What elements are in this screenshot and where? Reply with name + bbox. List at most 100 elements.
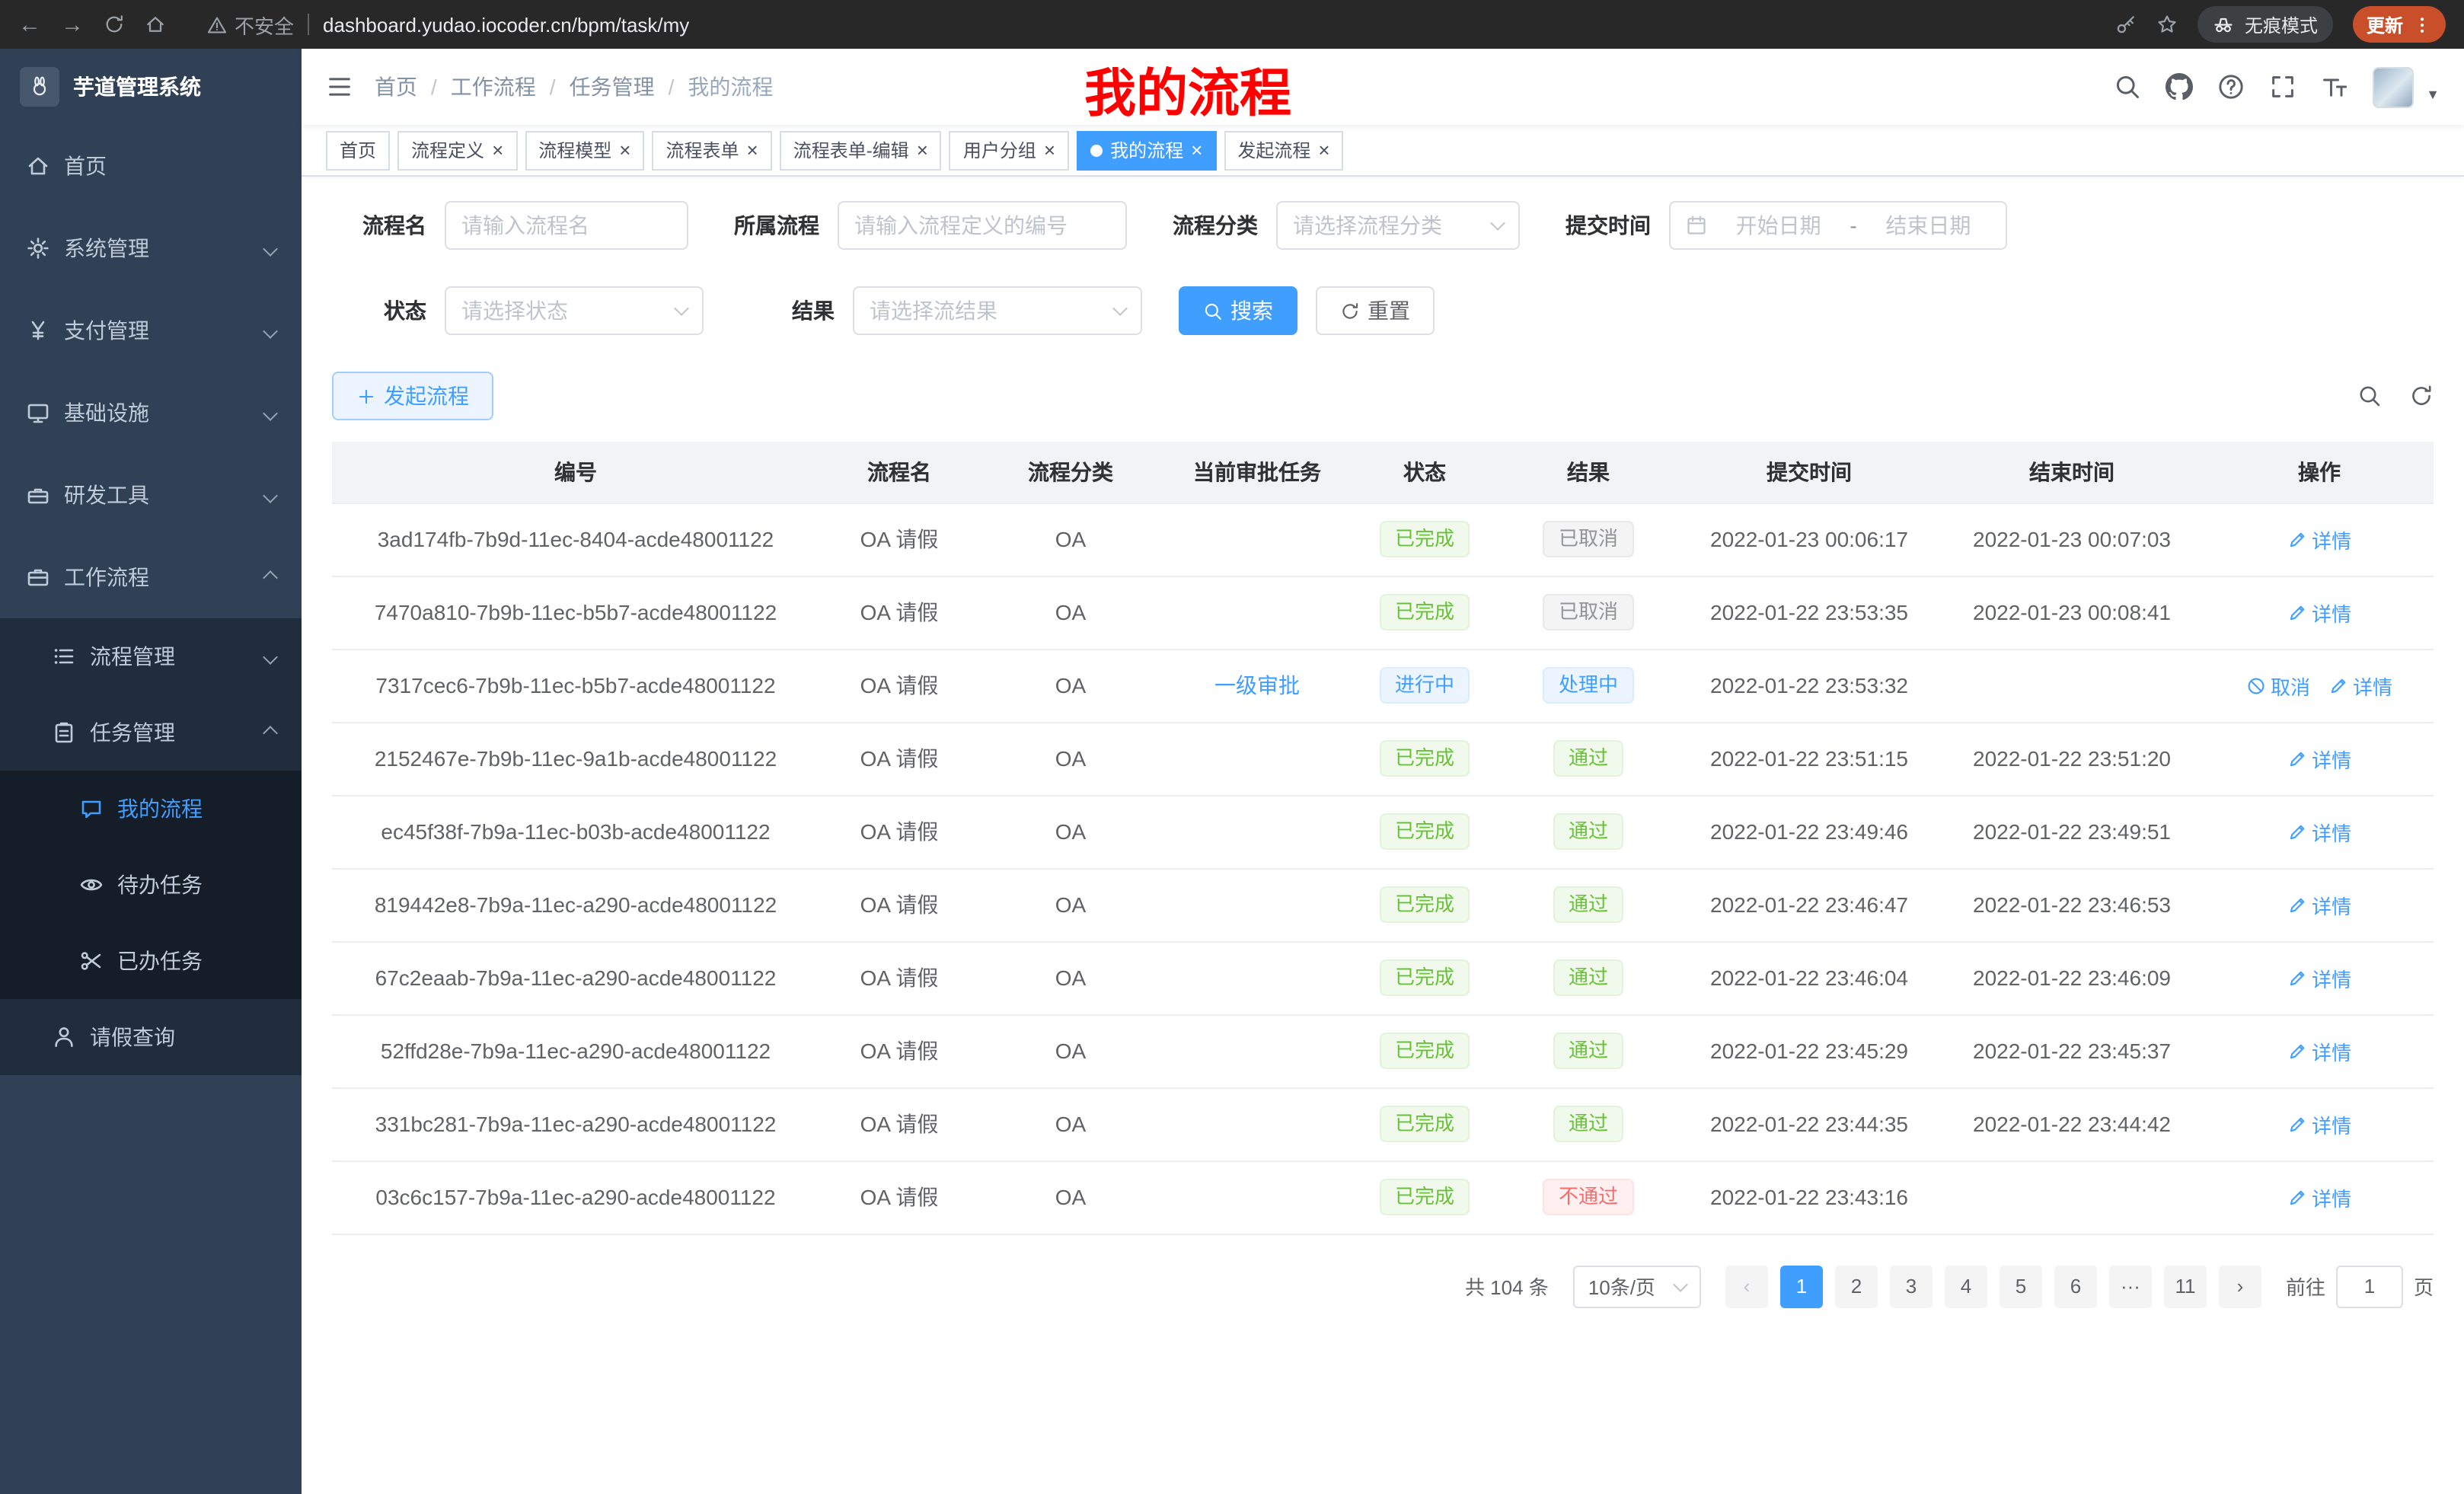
sidebar-item-yen[interactable]: 支付管理 bbox=[0, 289, 302, 372]
result-select-field[interactable] bbox=[870, 298, 1106, 323]
cancel-action-link[interactable]: 取消 bbox=[2246, 671, 2310, 700]
close-icon[interactable]: × bbox=[747, 140, 758, 160]
next-page-button[interactable]: › bbox=[2219, 1265, 2261, 1307]
page-button[interactable]: 4 bbox=[1945, 1265, 1987, 1307]
reset-button[interactable]: 重置 bbox=[1316, 286, 1435, 335]
process-name-input[interactable] bbox=[445, 201, 688, 250]
result-select[interactable] bbox=[853, 286, 1142, 335]
font-size-icon[interactable] bbox=[2321, 73, 2348, 101]
cell-submit-time: 2022-01-22 23:46:47 bbox=[1680, 868, 1939, 941]
warning-icon bbox=[207, 14, 227, 34]
filter-label: 提交时间 bbox=[1556, 210, 1651, 241]
browser-menu-icon[interactable] bbox=[2412, 14, 2432, 34]
page-button[interactable]: 1 bbox=[1780, 1265, 1823, 1307]
detail-action-link[interactable]: 详情 bbox=[2287, 890, 2351, 919]
goto-page-input[interactable] bbox=[2336, 1265, 2403, 1307]
close-icon[interactable]: × bbox=[619, 140, 630, 160]
sidebar-item-toolbox[interactable]: 研发工具 bbox=[0, 454, 302, 536]
status-tag: 已完成 bbox=[1380, 886, 1470, 923]
sidebar-item-gear[interactable]: 系统管理 bbox=[0, 207, 302, 289]
create-process-button[interactable]: 发起流程 bbox=[332, 372, 493, 420]
sidebar-item-eye[interactable]: 待办任务 bbox=[0, 847, 302, 923]
tab-item[interactable]: 发起流程× bbox=[1224, 130, 1343, 170]
detail-action-link[interactable]: 详情 bbox=[2287, 744, 2351, 773]
key-icon[interactable] bbox=[2115, 14, 2137, 35]
browser-reload-icon[interactable] bbox=[104, 14, 125, 35]
category-select[interactable] bbox=[1276, 201, 1520, 250]
detail-action-link[interactable]: 详情 bbox=[2287, 963, 2351, 992]
tab-item[interactable]: 用户分组× bbox=[950, 130, 1069, 170]
sidebar-item-scissors[interactable]: 已办任务 bbox=[0, 923, 302, 999]
hamburger-icon[interactable] bbox=[326, 73, 353, 101]
category-select-field[interactable] bbox=[1293, 213, 1483, 238]
submit-time-range-picker[interactable]: 开始日期 - 结束日期 bbox=[1669, 201, 2007, 250]
security-indicator[interactable]: 不安全 bbox=[207, 10, 294, 39]
address-bar[interactable]: 不安全 dashboard.yudao.iocoder.cn/bpm/task/… bbox=[207, 10, 2095, 39]
prev-page-button[interactable]: ‹ bbox=[1725, 1265, 1768, 1307]
table-refresh-icon[interactable] bbox=[2409, 384, 2434, 408]
current-task-link[interactable]: 一级审批 bbox=[1214, 673, 1300, 698]
page-button[interactable]: 5 bbox=[2000, 1265, 2042, 1307]
close-icon[interactable]: × bbox=[1044, 140, 1055, 160]
close-icon[interactable]: × bbox=[1318, 140, 1329, 160]
close-icon[interactable]: × bbox=[1191, 140, 1202, 160]
browser-home-icon[interactable] bbox=[145, 14, 166, 35]
question-icon[interactable] bbox=[2217, 73, 2245, 101]
browser-forward-icon[interactable]: → bbox=[61, 13, 84, 36]
tab-label: 流程模型 bbox=[538, 137, 611, 163]
status-select[interactable] bbox=[445, 286, 704, 335]
github-icon[interactable] bbox=[2166, 73, 2193, 101]
sidebar-item-monitor[interactable]: 基础设施 bbox=[0, 372, 302, 454]
sidebar-item-person[interactable]: 请假查询 bbox=[0, 999, 302, 1075]
sidebar-item-chat[interactable]: 我的流程 bbox=[0, 771, 302, 847]
sidebar-item-briefcase[interactable]: 工作流程 bbox=[0, 536, 302, 618]
page-ellipsis-button[interactable]: ··· bbox=[2109, 1265, 2152, 1307]
page-button[interactable]: 6 bbox=[2054, 1265, 2097, 1307]
detail-action-link[interactable]: 详情 bbox=[2287, 1036, 2351, 1065]
process-name-field[interactable] bbox=[461, 213, 672, 238]
page-button[interactable]: 3 bbox=[1890, 1265, 1933, 1307]
sidebar-item-home[interactable]: 首页 bbox=[0, 125, 302, 207]
close-icon[interactable]: × bbox=[492, 140, 503, 160]
app-logo-row[interactable]: 芋道管理系统 bbox=[0, 49, 302, 125]
browser-update-button[interactable]: 更新 bbox=[2353, 6, 2446, 43]
status-select-field[interactable] bbox=[461, 298, 667, 323]
sidebar-item-flow[interactable]: 流程管理 bbox=[0, 618, 302, 694]
tab-item[interactable]: 流程表单× bbox=[652, 130, 771, 170]
browser-back-icon[interactable]: ← bbox=[18, 13, 41, 36]
detail-action-link[interactable]: 详情 bbox=[2287, 817, 2351, 846]
detail-action-link[interactable]: 详情 bbox=[2287, 1183, 2351, 1211]
detail-action-link[interactable]: 详情 bbox=[2287, 598, 2351, 627]
cell-result: 处理中 bbox=[1497, 649, 1680, 722]
breadcrumb-item[interactable]: 任务管理 bbox=[570, 72, 655, 102]
page-button[interactable]: 2 bbox=[1835, 1265, 1878, 1307]
status-tag: 已完成 bbox=[1380, 521, 1470, 557]
close-icon[interactable]: × bbox=[917, 140, 928, 160]
fullscreen-icon[interactable] bbox=[2269, 73, 2296, 101]
page-size-select[interactable]: 10条/页 bbox=[1573, 1265, 1701, 1307]
process-id-field[interactable] bbox=[854, 213, 1110, 238]
cell-end-time bbox=[1939, 649, 2205, 722]
table-row: 52ffd28e-7b9a-11ec-a290-acde48001122OA 请… bbox=[332, 1014, 2434, 1087]
search-button[interactable]: 搜索 bbox=[1179, 286, 1297, 335]
detail-action-link[interactable]: 详情 bbox=[2287, 1109, 2351, 1138]
tab-item[interactable]: 我的流程× bbox=[1077, 130, 1216, 170]
sidebar-item-tasks[interactable]: 任务管理 bbox=[0, 694, 302, 771]
breadcrumb-item[interactable]: 工作流程 bbox=[451, 72, 536, 102]
tab-item[interactable]: 流程定义× bbox=[397, 130, 517, 170]
cell-category: OA bbox=[979, 795, 1162, 868]
tab-item[interactable]: 首页 bbox=[326, 130, 390, 170]
page-button[interactable]: 11 bbox=[2164, 1265, 2207, 1307]
chevron-down-icon[interactable]: ▼ bbox=[2426, 86, 2440, 101]
avatar[interactable] bbox=[2373, 66, 2414, 107]
detail-action-link[interactable]: 详情 bbox=[2328, 671, 2392, 700]
process-id-input[interactable] bbox=[838, 201, 1127, 250]
tab-item[interactable]: 流程模型 × bbox=[525, 130, 644, 170]
bookmark-star-icon[interactable] bbox=[2156, 14, 2178, 35]
tab-item[interactable]: 流程表单-编辑× bbox=[780, 130, 942, 170]
search-icon[interactable] bbox=[2114, 73, 2141, 101]
detail-action-link[interactable]: 详情 bbox=[2287, 525, 2351, 554]
cell-submit-time: 2022-01-23 00:06:17 bbox=[1680, 503, 1939, 576]
breadcrumb-item[interactable]: 首页 bbox=[375, 72, 417, 102]
hide-search-icon[interactable] bbox=[2357, 384, 2382, 408]
